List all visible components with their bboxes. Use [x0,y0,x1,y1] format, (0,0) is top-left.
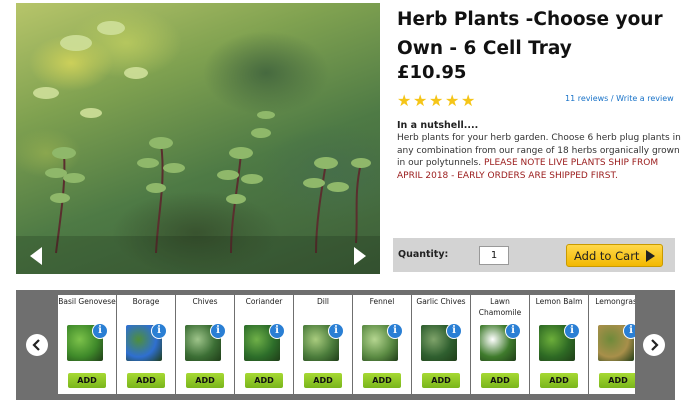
play-arrow-icon [646,250,655,262]
herb-card: Dill i ADD [294,295,352,394]
herb-card: Borage i ADD [117,295,175,394]
herb-name: Borage [132,297,160,306]
carousel-next-button[interactable] [643,334,665,356]
info-icon[interactable]: i [210,323,226,339]
herb-name: Lemon Balm [535,297,583,306]
herb-card: Chives i ADD [176,295,234,394]
add-herb-button[interactable]: ADD [599,373,635,388]
add-herb-button[interactable]: ADD [422,373,460,388]
rating-stars: ★ ★ ★ ★ ★ [397,91,476,110]
herb-carousel: Basil Genovese i ADD Borage i ADD Chives i ADD Co… [16,290,675,400]
add-herb-button[interactable]: ADD [127,373,165,388]
product-image [16,3,380,274]
next-image-arrow-icon[interactable] [354,247,366,265]
reviews-links: 11 reviews / Write a review [565,94,674,103]
herb-card: Fennel i ADD [353,295,411,394]
add-herb-button[interactable]: ADD [363,373,401,388]
reviews-count-link[interactable]: 11 reviews [565,94,608,103]
star-icon: ★ [397,91,412,110]
herb-name: Lawn Chamomile [478,297,522,317]
herb-name: Chives [192,297,218,306]
info-icon[interactable]: i [505,323,521,339]
herb-name: Fennel [369,297,395,306]
info-icon[interactable]: i [623,323,635,339]
reviews-separator: / [608,94,617,103]
herb-card: Lawn Chamomile i ADD [471,295,529,394]
add-herb-button[interactable]: ADD [540,373,578,388]
herb-name: Lemongrass [595,297,635,306]
info-icon[interactable]: i [564,323,580,339]
add-herb-button[interactable]: ADD [186,373,224,388]
herb-name: Coriander [245,297,283,306]
chevron-left-icon [32,339,40,351]
herb-name: Garlic Chives [416,297,466,306]
product-title: Herb Plants -Choose your Own - 6 Cell Tr… [397,9,663,59]
star-icon: ★ [413,91,428,110]
herb-card: Lemongrass i ADD [589,295,635,394]
quantity-input[interactable] [479,246,509,265]
star-icon: ★ [445,91,460,110]
quantity-label: Quantity: [398,249,449,260]
star-icon: ★ [429,91,444,110]
purchase-bar: Quantity: Add to Cart [393,238,675,272]
info-icon[interactable]: i [92,323,108,339]
herb-card: Lemon Balm i ADD [530,295,588,394]
info-icon[interactable]: i [446,323,462,339]
herb-card: Coriander i ADD [235,295,293,394]
add-herb-button[interactable]: ADD [481,373,519,388]
write-review-link[interactable]: Write a review [616,94,674,103]
herb-card: Basil Genovese i ADD [58,295,116,394]
herb-card: Garlic Chives i ADD [412,295,470,394]
add-herb-button[interactable]: ADD [304,373,342,388]
add-herb-button[interactable]: ADD [68,373,106,388]
info-icon[interactable]: i [328,323,344,339]
add-to-cart-button[interactable]: Add to Cart [566,244,663,267]
product-price: £10.95 [397,62,467,83]
add-herb-button[interactable]: ADD [245,373,283,388]
add-to-cart-label: Add to Cart [574,248,640,263]
carousel-previous-button[interactable] [26,334,48,356]
image-nav-bar [16,236,380,274]
herb-list: Basil Genovese i ADD Borage i ADD Chives i ADD Co… [58,295,635,394]
thyme-sprigs-illustration [33,21,371,254]
previous-image-arrow-icon[interactable] [30,247,42,265]
info-icon[interactable]: i [269,323,285,339]
star-icon: ★ [461,91,476,110]
chevron-right-icon [651,339,659,351]
herb-name: Basil Genovese [58,297,116,306]
info-icon[interactable]: i [387,323,403,339]
product-description: Herb plants for your herb garden. Choose… [397,132,682,182]
info-icon[interactable]: i [151,323,167,339]
nutshell-heading: In a nutshell.... [397,120,479,131]
herb-name: Dill [316,297,330,306]
